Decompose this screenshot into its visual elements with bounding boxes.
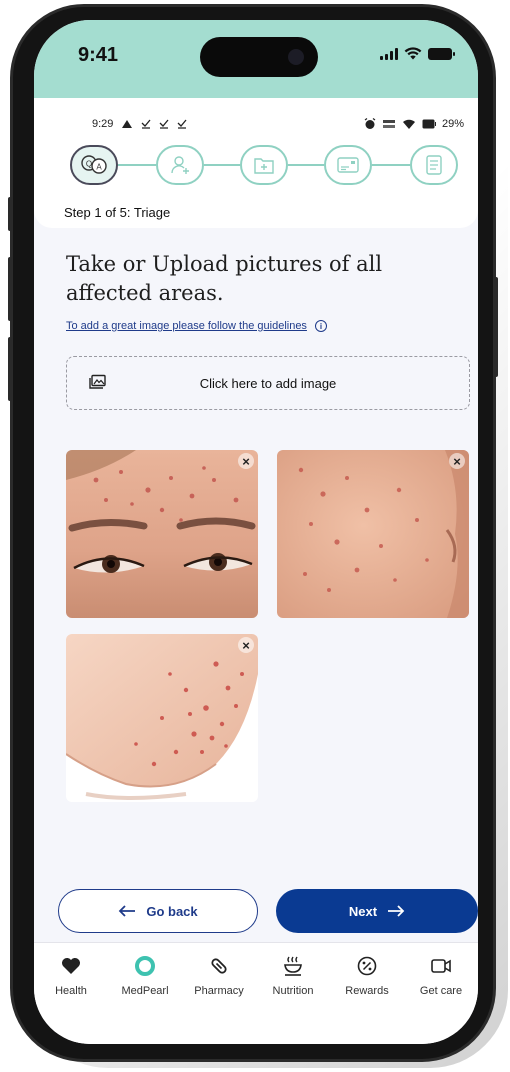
add-image-dropzone[interactable]: Click here to add image: [66, 356, 470, 410]
tab-nutrition-label: Nutrition: [272, 985, 314, 997]
dynamic-island: [200, 37, 318, 77]
step-connector: [118, 164, 156, 166]
stage: 9:41 9:29 29% Q A Step 1 of 5: Triage Ta…: [0, 0, 510, 1072]
volume-up-button: [8, 257, 12, 321]
android-status-bar: 9:29 29%: [92, 116, 464, 132]
tab-nutrition[interactable]: Nutrition: [256, 955, 330, 997]
progress-stepper: Q A: [70, 143, 478, 187]
wifi-icon: [402, 119, 415, 129]
step-4-insurance[interactable]: [324, 145, 372, 185]
tab-medpearl-label: MedPearl: [121, 985, 169, 997]
photo-jaw: [66, 634, 258, 802]
add-image-label: Click here to add image: [199, 375, 337, 391]
go-back-button[interactable]: Go back: [58, 889, 258, 933]
step-1-triage[interactable]: Q A: [70, 145, 118, 185]
android-time: 9:29: [92, 118, 114, 130]
step-2-patient[interactable]: [156, 145, 204, 185]
download-check-icon: [159, 119, 169, 129]
remove-photo-3-button[interactable]: ×: [238, 637, 254, 653]
mute-switch: [8, 197, 12, 231]
step-5-summary[interactable]: [410, 145, 458, 185]
step-3-records[interactable]: [240, 145, 288, 185]
camera-icon: [288, 49, 304, 65]
gallery-icon: [89, 374, 106, 389]
step-label: Step 1 of 5: Triage: [64, 205, 171, 220]
step-connector: [204, 164, 240, 166]
uploaded-photo-3[interactable]: ×: [66, 634, 258, 802]
bowl-icon: [284, 956, 302, 976]
svg-text:A: A: [96, 163, 102, 172]
tab-rewards-label: Rewards: [345, 985, 389, 997]
tab-get-care[interactable]: Get care: [404, 955, 478, 997]
tab-pharmacy-label: Pharmacy: [194, 985, 244, 997]
battery-percent: 29%: [441, 118, 464, 130]
pill-icon: [211, 958, 227, 974]
tab-pharmacy[interactable]: Pharmacy: [182, 955, 256, 997]
arrow-left-icon: [119, 905, 136, 917]
battery-icon: [428, 47, 455, 60]
data-speed-icon: [382, 120, 395, 128]
uploaded-photo-2[interactable]: ×: [277, 450, 469, 618]
uploaded-photo-1[interactable]: ×: [66, 450, 258, 618]
arrow-right-icon: [388, 905, 405, 917]
remove-photo-2-button[interactable]: ×: [449, 453, 465, 469]
wifi-icon: [404, 47, 422, 60]
chat-triage-icon: Q A: [81, 155, 107, 174]
next-label: Next: [348, 903, 378, 919]
power-button: [494, 277, 498, 377]
tab-health[interactable]: Health: [34, 955, 108, 997]
guidelines-row: To add a great image please follow the g…: [66, 320, 327, 332]
triangle-icon: [122, 120, 133, 128]
tab-rewards[interactable]: Rewards: [330, 955, 404, 997]
step-connector: [372, 164, 410, 166]
download-check-icon: [141, 119, 151, 129]
heart-icon: [62, 958, 80, 974]
svg-text:Q: Q: [86, 160, 92, 169]
go-back-label: Go back: [146, 903, 198, 919]
medical-folder-icon: [254, 158, 274, 174]
tab-health-label: Health: [55, 985, 87, 997]
navigation-actions: Go back Next: [56, 889, 478, 933]
document-list-icon: [426, 155, 442, 175]
bottom-tab-bar: Health MedPearl Pharmacy Nutrition Rewar…: [34, 942, 478, 1044]
download-check-icon: [177, 119, 187, 129]
cellular-signal-icon: [380, 47, 398, 60]
tab-medpearl[interactable]: MedPearl: [108, 955, 182, 997]
ios-status-bar: 9:41: [34, 20, 478, 98]
video-call-icon: [431, 959, 451, 973]
phone-screen: 9:41 9:29 29% Q A Step 1 of 5: Triage Ta…: [34, 20, 478, 1044]
ios-time: 9:41: [78, 44, 119, 66]
ios-status-icons: [380, 47, 455, 60]
percent-badge-icon: [357, 956, 377, 976]
pearl-icon: [135, 956, 155, 976]
id-card-icon: [337, 157, 359, 173]
remove-photo-1-button[interactable]: ×: [238, 453, 254, 469]
guidelines-link[interactable]: To add a great image please follow the g…: [66, 320, 307, 332]
photo-cheek: [277, 450, 469, 618]
app-header: 9:29 29% Q A Step 1 of 5: Triage: [34, 98, 478, 228]
photo-forehead-eyes: [66, 450, 258, 618]
add-person-icon: [171, 156, 189, 174]
info-icon[interactable]: i: [314, 320, 327, 332]
alarm-icon: [364, 118, 376, 129]
tab-get-care-label: Get care: [419, 985, 463, 997]
page-title: Take or Upload pictures of all affected …: [66, 252, 383, 305]
step-connector: [288, 164, 324, 166]
volume-down-button: [8, 337, 12, 401]
battery-icon: [422, 119, 436, 129]
next-button[interactable]: Next: [276, 889, 478, 933]
